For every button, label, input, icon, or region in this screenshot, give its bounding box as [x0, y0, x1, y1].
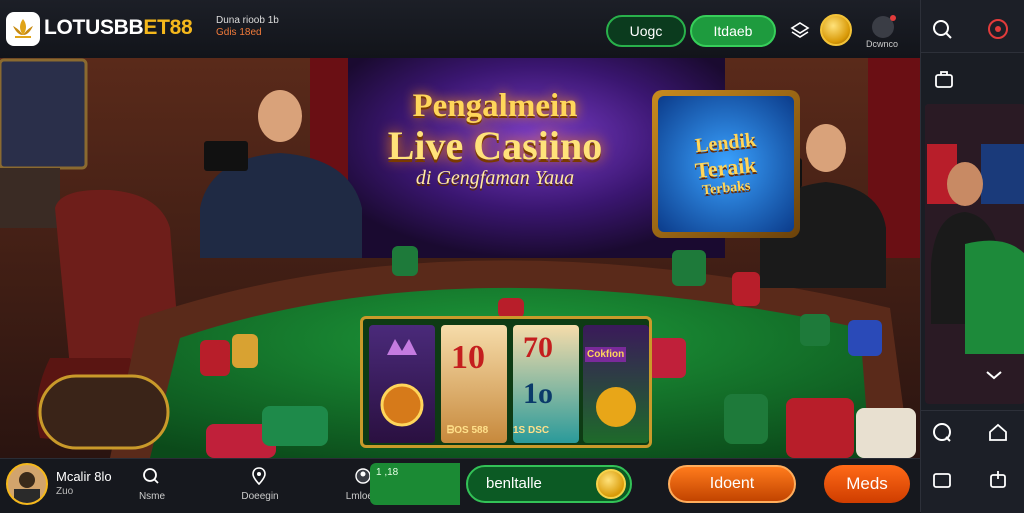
login-button[interactable]: Uogc [606, 15, 686, 47]
search-icon[interactable] [931, 18, 953, 40]
search-nav-icon[interactable] [142, 467, 160, 485]
hero-headline: Pengalmein Live Casiino di Gengfaman Yau… [350, 88, 640, 190]
top-bar: LOTUSBBET88 Duna rioob 1b Gdis 18ed Uogc… [0, 0, 920, 59]
money-bag-icon [596, 387, 636, 427]
headline-line-3: di Gengfaman Yaua [415, 167, 575, 189]
reel-4: Cokfion [583, 325, 649, 443]
chevron-down-icon[interactable] [983, 364, 1005, 386]
rail-top-bar [921, 0, 1024, 53]
deposit-button[interactable]: Idoent [668, 465, 796, 503]
wallet-icon[interactable] [931, 469, 953, 491]
reel-3-symbol-top: 70 [523, 331, 553, 364]
promo-tablet[interactable]: Lendik Teraik Terbaks [652, 90, 800, 238]
support-icon[interactable] [987, 18, 1009, 40]
user-avatar-image [14, 472, 40, 503]
layers-icon[interactable] [790, 20, 810, 40]
nav-label-1[interactable]: Nsme [122, 491, 182, 502]
headline-line-2: Live Casiino [387, 123, 603, 168]
brand-part-2: ET88 [143, 16, 193, 39]
balance-label: benltalle [486, 475, 542, 492]
lotus-logo-icon[interactable] [6, 12, 40, 46]
live-dealer-image [925, 104, 1024, 404]
reel-4-label: Cokfion [585, 347, 627, 362]
rail-bottom-actions [921, 410, 1024, 513]
location-pin-icon[interactable] [250, 467, 268, 485]
avatar[interactable] [6, 463, 48, 505]
brand-name[interactable]: LOTUSBBET88 [44, 16, 193, 40]
promo-tablet-screen: Lendik Teraik Terbaks [658, 96, 794, 232]
slot-caption-left: ᗷOS 588 [447, 425, 489, 436]
notification-dot [890, 15, 896, 21]
share-icon[interactable] [987, 469, 1009, 491]
reel-2-symbol: 10 [451, 339, 485, 376]
live-dealer-preview[interactable] [925, 104, 1024, 404]
hero-banner[interactable]: Pengalmein Live Casiino di Gengfaman Yau… [0, 58, 920, 458]
right-rail [920, 0, 1024, 513]
slot-machine-panel[interactable]: 10 70 1o Cokfion ᗷOS 588 1S DSC [360, 316, 652, 448]
promo-line-1: Duna rioob 1b [216, 15, 279, 26]
slot-caption-right: 1S DSC [513, 425, 550, 436]
promo-line-2: Gdis 18ed [216, 27, 262, 38]
nav-label-2[interactable]: Doeegin [230, 491, 290, 502]
reel-3-symbol-mid: 1o [523, 377, 553, 410]
promo-mini-text: Duna rioob 1b Gdis 18ed [216, 15, 279, 39]
bag-icon[interactable] [933, 68, 955, 90]
wallet-value: 1 ,18 [376, 467, 399, 478]
chat-icon[interactable] [931, 421, 953, 443]
home-icon[interactable] [987, 421, 1009, 443]
user-subtitle: Zuo [56, 486, 74, 497]
balance-coin-icon [596, 469, 626, 499]
coin-icon[interactable] [820, 14, 852, 46]
register-button[interactable]: Itdaeb [690, 15, 776, 47]
menu-button[interactable]: Meds [824, 465, 910, 503]
user-name[interactable]: Mcalir 8lo [56, 469, 112, 484]
headline-line-1: Pengalmein [412, 88, 578, 124]
download-label: Dcwnco [866, 39, 899, 49]
reel-1 [369, 325, 435, 443]
bottom-nav: Mcalir 8lo Zuo Nsme Doeegin Lmloenio 1 ,… [0, 458, 920, 513]
crown-icon [380, 339, 424, 427]
brand-part-1: LOTUSBB [44, 16, 144, 39]
